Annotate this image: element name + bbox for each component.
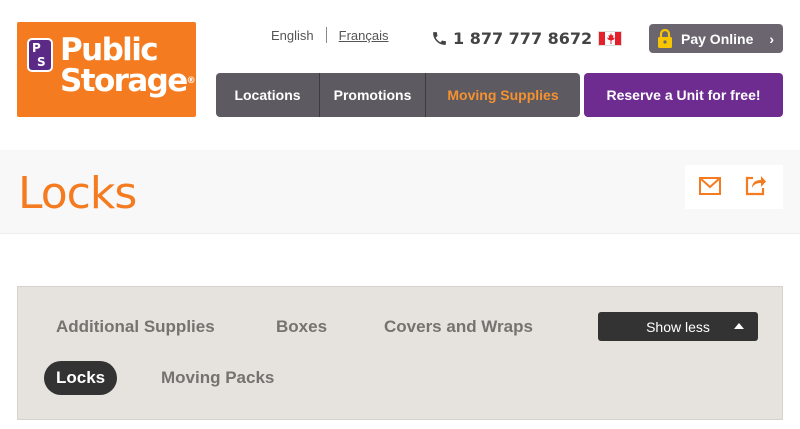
main-nav: Locations Promotions Moving Supplies (216, 73, 580, 117)
canada-flag-icon (598, 30, 623, 46)
public-storage-logo[interactable]: P S Public Storage® (17, 22, 196, 117)
logo-line-1: Public (60, 32, 159, 68)
nav-item-promotions[interactable]: Promotions (320, 73, 426, 117)
phone-number[interactable]: 1 877 777 8672 (431, 27, 623, 49)
phone-icon (433, 31, 446, 45)
badge-letter-s: S (37, 55, 46, 69)
lock-icon (658, 28, 672, 48)
show-less-button[interactable]: Show less (598, 312, 758, 341)
phone-number-text: 1 877 777 8672 (453, 28, 593, 48)
pay-online-button[interactable]: Pay Online › (649, 24, 783, 53)
pay-online-label: Pay Online (681, 30, 754, 47)
filter-additional-supplies[interactable]: Additional Supplies (44, 310, 227, 344)
filter-boxes[interactable]: Boxes (264, 310, 339, 344)
category-filters: Additional Supplies Boxes Covers and Wra… (17, 286, 783, 420)
ps-badge-icon: P S (27, 38, 53, 72)
nav-item-moving-supplies[interactable]: Moving Supplies (426, 73, 580, 117)
page-title-bar: Locks (0, 150, 800, 234)
lang-french-link[interactable]: Français (339, 28, 389, 43)
site-header: P S Public Storage® English Français 1 8… (0, 0, 800, 150)
filter-covers-and-wraps[interactable]: Covers and Wraps (372, 310, 545, 344)
caret-up-icon (734, 323, 744, 329)
filter-moving-packs[interactable]: Moving Packs (149, 361, 286, 395)
chevron-right-icon: › (769, 30, 774, 47)
share-icon[interactable] (745, 174, 767, 196)
badge-letter-p: P (32, 41, 41, 55)
lang-english-link[interactable]: English (271, 28, 314, 43)
page-actions (685, 165, 783, 209)
filter-locks[interactable]: Locks (44, 361, 118, 395)
show-less-label: Show less (646, 318, 710, 335)
page-title: Locks (18, 168, 137, 219)
lang-divider (325, 27, 327, 43)
nav-item-locations[interactable]: Locations (216, 73, 320, 117)
language-switcher: English Français (271, 27, 389, 43)
logo-wordmark: Public Storage® (60, 35, 196, 97)
registered-mark: ® (186, 76, 196, 86)
reserve-unit-button[interactable]: Reserve a Unit for free! (584, 73, 783, 117)
logo-line-2-wrap: Storage® (60, 66, 196, 97)
mail-icon[interactable] (699, 177, 721, 195)
logo-line-2: Storage (60, 63, 188, 99)
